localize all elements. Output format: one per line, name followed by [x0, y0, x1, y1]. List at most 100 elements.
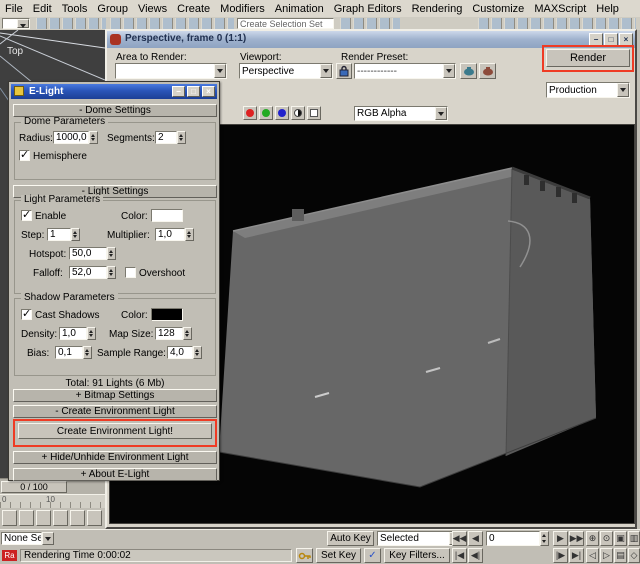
rollout-hide-unhide[interactable]: + Hide/Unhide Environment Light — [13, 451, 217, 464]
set-key-icon[interactable] — [296, 548, 313, 563]
sample-range-spinner[interactable] — [193, 346, 202, 359]
maximize-icon[interactable]: □ — [604, 33, 618, 46]
menu-animation[interactable]: Animation — [270, 3, 329, 15]
segments-field[interactable]: 2 — [155, 131, 177, 144]
light-color-swatch[interactable] — [151, 209, 183, 222]
maximize-viewport-icon[interactable]: ▣ — [614, 531, 627, 546]
viewport-combo[interactable]: Perspective — [239, 63, 333, 79]
falloff-spinner[interactable] — [107, 266, 116, 279]
elight-titlebar[interactable]: E-Light − □ × — [11, 84, 217, 99]
map-size-field[interactable]: 128 — [155, 327, 183, 340]
zoom-icon[interactable]: ⊕ — [586, 531, 599, 546]
zoom-region-icon[interactable]: ⊙ — [600, 531, 613, 546]
menu-rendering[interactable]: Rendering — [407, 3, 468, 15]
menu-views[interactable]: Views — [133, 3, 172, 15]
toolbar-icons-right[interactable] — [340, 18, 400, 29]
orbit-icon[interactable]: ◁ — [586, 548, 599, 563]
chevron-down-icon[interactable] — [320, 64, 332, 78]
environment-button[interactable] — [479, 63, 496, 79]
named-selection-combo[interactable]: None Se — [1, 532, 42, 545]
track-bar[interactable]: 0 10 — [0, 494, 105, 509]
prev-key-button[interactable]: ◀| — [468, 548, 483, 563]
status-toggle-button[interactable] — [53, 510, 68, 526]
menu-maxscript[interactable]: MAXScript — [529, 3, 591, 15]
segments-spinner[interactable] — [177, 131, 186, 144]
blue-channel-button[interactable] — [275, 106, 289, 120]
pan-icon[interactable]: ◇ — [628, 548, 640, 563]
falloff-field[interactable]: 52,0 — [69, 266, 107, 279]
sample-range-field[interactable]: 4,0 — [167, 346, 193, 359]
render-setup-button[interactable] — [460, 63, 477, 79]
zoom-all-icon[interactable]: ▤ — [614, 548, 627, 563]
chevron-down-icon[interactable] — [214, 64, 226, 78]
step-field[interactable]: 1 — [47, 228, 71, 241]
menu-file[interactable]: File — [0, 3, 28, 15]
cast-shadows-checkbox[interactable] — [21, 309, 32, 320]
chevron-down-icon[interactable] — [443, 64, 455, 78]
toolbar-icons-far-right[interactable] — [478, 18, 636, 29]
map-size-spinner[interactable] — [183, 327, 192, 340]
keyable-icon[interactable]: ✓ — [364, 548, 381, 563]
density-spinner[interactable] — [87, 327, 96, 340]
play-button[interactable]: ▶ — [553, 531, 568, 546]
key-filter-scope-combo[interactable]: Selected — [377, 531, 462, 546]
render-preset-combo[interactable]: ------------ — [354, 63, 456, 79]
minimize-icon[interactable]: − — [172, 86, 185, 97]
current-frame-spinner[interactable] — [540, 531, 549, 546]
current-frame-field[interactable]: 0 — [486, 531, 540, 546]
enable-checkbox[interactable] — [21, 210, 32, 221]
menu-tools[interactable]: Tools — [57, 3, 93, 15]
rollout-about[interactable]: + About E-Light — [13, 468, 217, 481]
render-button[interactable]: Render — [546, 49, 630, 67]
chevron-down-icon[interactable] — [17, 19, 29, 28]
field-of-view-icon[interactable]: ▷ — [600, 548, 613, 563]
toolbar-mini-combo[interactable] — [2, 18, 30, 29]
rfw-titlebar[interactable]: Perspective, frame 0 (1:1) − □ × — [107, 31, 635, 48]
step-spinner[interactable] — [71, 228, 80, 241]
density-field[interactable]: 1,0 — [59, 327, 87, 340]
key-filters-button[interactable]: Key Filters... — [384, 548, 450, 563]
maximize-icon[interactable]: □ — [187, 86, 200, 97]
status-toggle-button[interactable] — [70, 510, 85, 526]
chevron-down-icon[interactable] — [435, 107, 447, 120]
hemisphere-checkbox[interactable] — [19, 150, 30, 161]
status-toggle-button[interactable] — [36, 510, 51, 526]
set-key-button[interactable]: Set Key — [316, 548, 361, 563]
close-icon[interactable]: × — [619, 33, 633, 46]
fast-forward-button[interactable]: ▶▶ — [569, 531, 584, 546]
area-to-render-combo[interactable] — [115, 63, 227, 79]
rollout-create-environment-light[interactable]: - Create Environment Light — [13, 405, 217, 418]
bias-field[interactable]: 0,1 — [55, 346, 83, 359]
status-toggle-button[interactable] — [87, 510, 102, 526]
green-channel-button[interactable] — [259, 106, 273, 120]
toolbar-icons-mid[interactable] — [110, 18, 234, 29]
toolbar-icons-left[interactable] — [36, 18, 106, 29]
red-channel-button[interactable] — [243, 106, 257, 120]
rollout-bitmap-settings[interactable]: + Bitmap Settings — [13, 389, 217, 402]
radius-field[interactable]: 1000,0 — [53, 131, 89, 144]
create-environment-light-button[interactable]: Create Environment Light! — [18, 423, 212, 439]
zoom-extents-icon[interactable]: ▥ — [628, 531, 640, 546]
rewind-button[interactable]: ◀◀ — [452, 531, 467, 546]
go-to-start-button[interactable]: |◀ — [452, 548, 467, 563]
menu-help[interactable]: Help — [591, 3, 624, 15]
channel-display-combo[interactable]: RGB Alpha — [354, 106, 448, 121]
monochrome-channel-button[interactable] — [291, 106, 305, 120]
minimize-icon[interactable]: − — [589, 33, 603, 46]
menu-group[interactable]: Group — [92, 3, 133, 15]
auto-key-button[interactable]: Auto Key — [327, 531, 374, 546]
next-key-button[interactable]: |▶ — [553, 548, 568, 563]
menu-create[interactable]: Create — [172, 3, 215, 15]
status-toggle-button[interactable] — [19, 510, 34, 526]
close-icon[interactable]: × — [202, 86, 215, 97]
bias-spinner[interactable] — [83, 346, 92, 359]
shadow-color-swatch[interactable] — [151, 308, 183, 321]
named-selection-dropdown-icon[interactable] — [42, 532, 54, 545]
radius-spinner[interactable] — [89, 131, 98, 144]
status-toggle-button[interactable] — [2, 510, 17, 526]
selection-set-combo[interactable]: Create Selection Set — [237, 18, 334, 29]
overshoot-checkbox[interactable] — [125, 267, 136, 278]
listener-badge-icon[interactable]: Ra — [2, 550, 17, 561]
chevron-down-icon[interactable] — [617, 83, 629, 97]
lock-viewport-button[interactable] — [336, 63, 352, 79]
